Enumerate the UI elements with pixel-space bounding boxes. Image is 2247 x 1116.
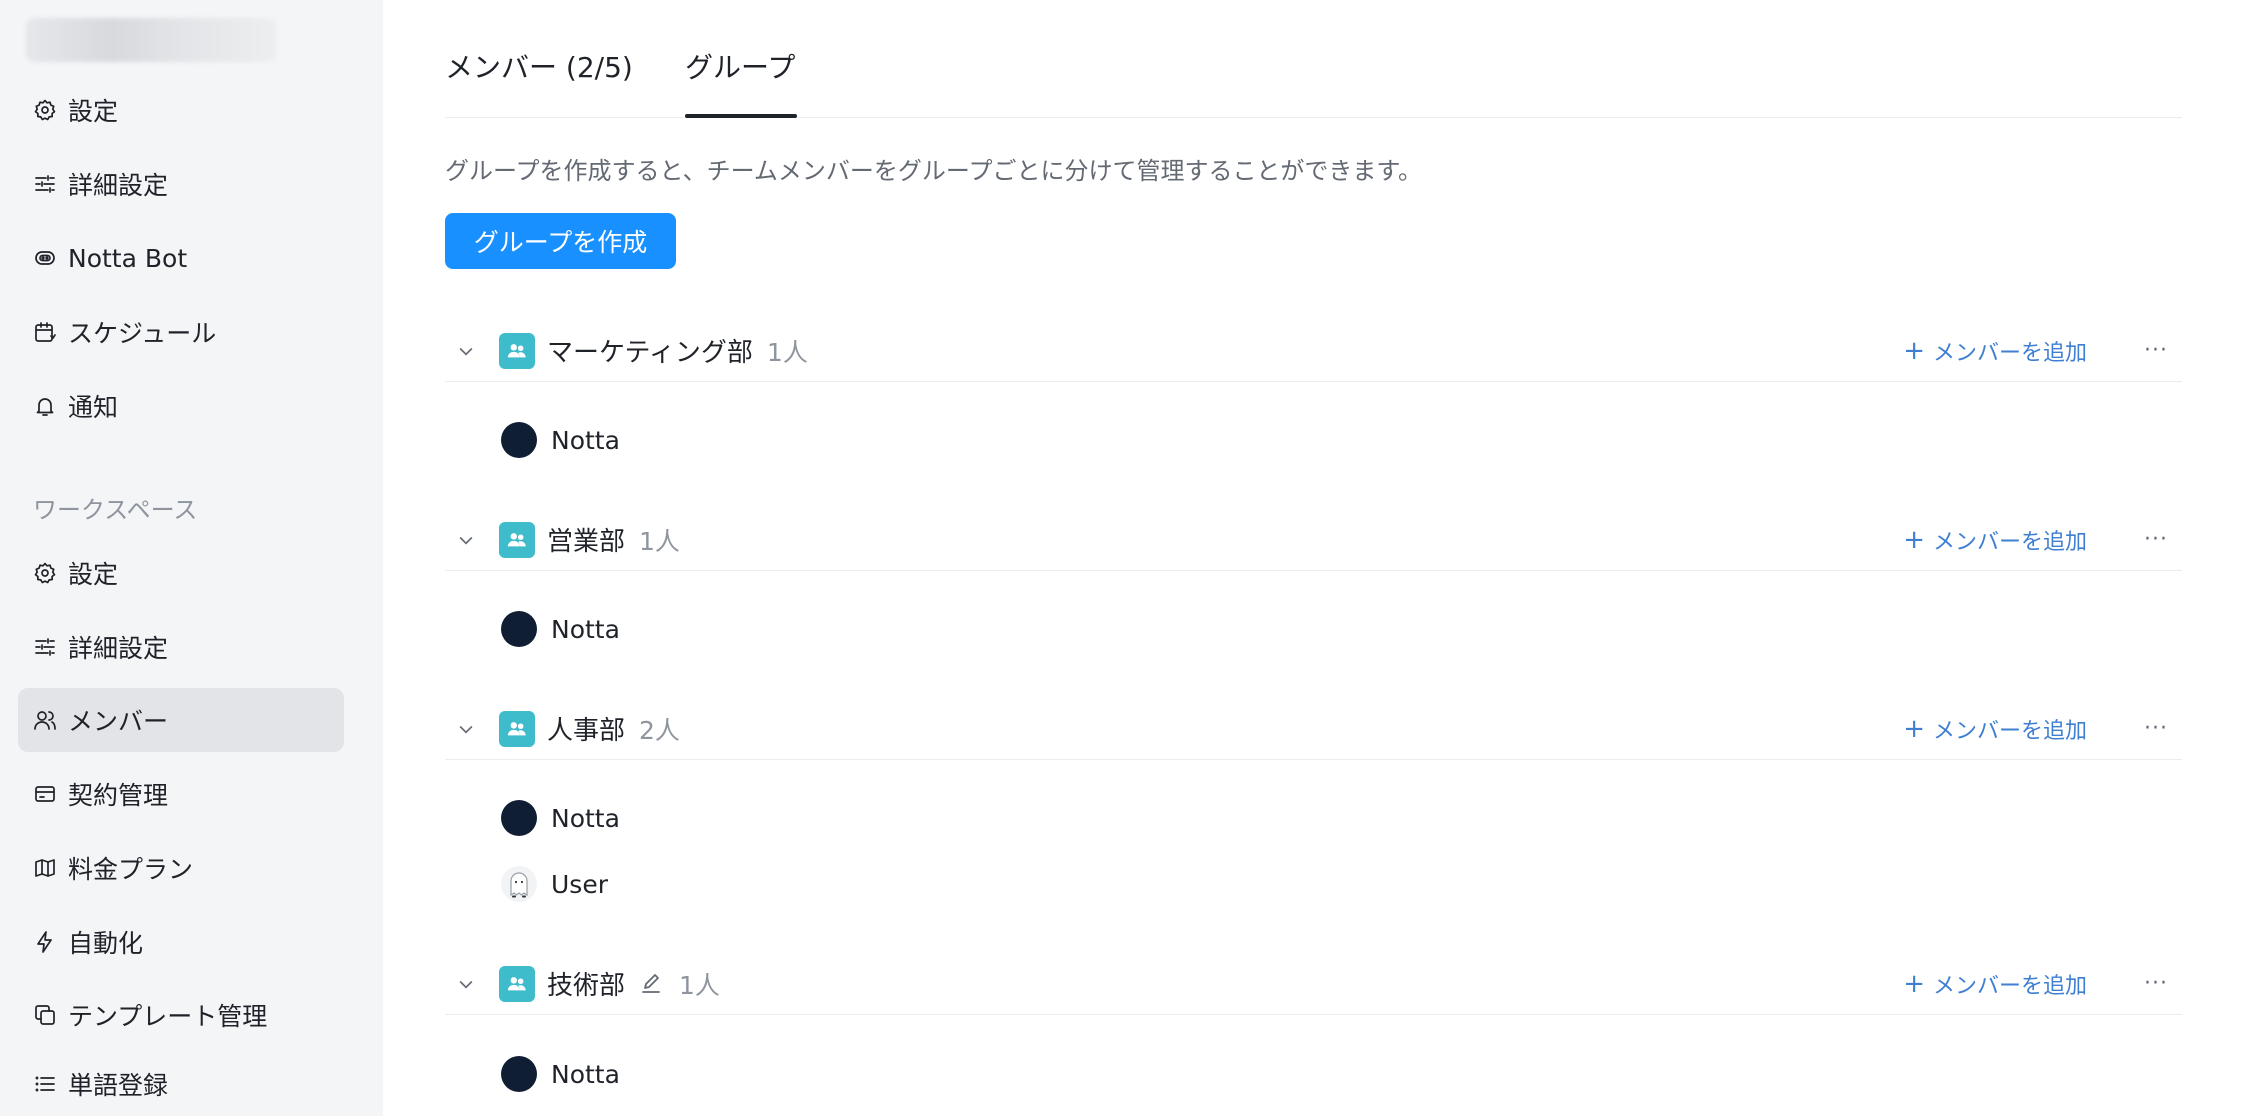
sidebar-item-label: 料金プラン: [68, 855, 194, 884]
pencil-icon[interactable]: [639, 971, 665, 997]
sidebar-item-label: 自動化: [68, 929, 144, 958]
tab-groups[interactable]: グループ: [685, 46, 795, 86]
tab-bar: メンバー (2/5) グループ: [445, 0, 2182, 118]
sidebar-item-notta-bot[interactable]: Notta Bot: [18, 226, 344, 290]
avatar: [501, 800, 537, 836]
sidebar-item-label: テンプレート管理: [68, 1002, 268, 1031]
group-header-sales: 営業部 1人 + メンバーを追加 ···: [445, 509, 2182, 571]
calendar-icon: [32, 319, 58, 345]
list-icon: [32, 1071, 58, 1097]
group-name: マーケティング部: [547, 338, 753, 368]
add-member-button[interactable]: + メンバーを追加: [1903, 335, 2087, 367]
main-content: メンバー (2/5) グループ グループを作成すると、チームメンバーをグループご…: [383, 0, 2247, 1116]
sidebar-item-dictionary[interactable]: 単語登録: [18, 1052, 344, 1116]
chevron-down-icon[interactable]: [453, 338, 479, 364]
sidebar-item-members[interactable]: メンバー: [18, 688, 344, 752]
list-item: Notta: [501, 420, 620, 460]
bolt-icon: [32, 929, 58, 955]
plus-icon: +: [1903, 335, 1925, 366]
gear-icon: [32, 97, 58, 123]
more-options-icon[interactable]: ···: [2144, 971, 2168, 996]
chevron-down-icon[interactable]: [453, 716, 479, 742]
list-item: User: [501, 864, 608, 904]
users-icon: [32, 707, 58, 733]
group-header-hr: 人事部 2人 + メンバーを追加 ···: [445, 698, 2182, 760]
avatar: [501, 422, 537, 458]
more-options-icon[interactable]: ···: [2144, 527, 2168, 552]
sidebar-item-label: スケジュール: [68, 319, 217, 348]
groups-description: グループを作成すると、チームメンバーをグループごとに分けて管理することができます…: [445, 157, 1423, 185]
tab-members[interactable]: メンバー (2/5): [445, 46, 633, 86]
plus-icon: +: [1903, 968, 1925, 999]
group-member-count: 1人: [679, 970, 720, 1000]
sidebar-item-personal-advanced[interactable]: 詳細設定: [18, 152, 344, 216]
sidebar-item-label: メンバー: [68, 707, 169, 736]
sidebar-item-notifications[interactable]: 通知: [18, 374, 344, 438]
sidebar-item-label: 設定: [68, 560, 119, 589]
group-header-marketing: マーケティング部 1人 + メンバーを追加 ···: [445, 320, 2182, 382]
more-options-icon[interactable]: ···: [2144, 716, 2168, 741]
avatar: [501, 866, 537, 902]
add-member-button[interactable]: + メンバーを追加: [1903, 968, 2087, 1000]
sidebar-item-personal-settings[interactable]: 設定: [18, 78, 344, 142]
sidebar-item-contract[interactable]: 契約管理: [18, 762, 344, 826]
avatar: [501, 1056, 537, 1092]
list-item: Notta: [501, 1054, 620, 1094]
list-item: Notta: [501, 798, 620, 838]
member-name: User: [551, 869, 608, 899]
add-member-button[interactable]: + メンバーを追加: [1903, 713, 2087, 745]
ghost-avatar-icon: [510, 872, 528, 898]
group-name: 営業部: [547, 527, 626, 557]
sidebar-item-label: 詳細設定: [68, 634, 169, 663]
group-name: 人事部: [547, 716, 626, 746]
member-name: Notta: [551, 614, 620, 644]
bell-icon: [32, 393, 58, 419]
group-icon: [499, 965, 535, 1002]
sliders-icon: [32, 634, 58, 660]
group-header-engineering: 技術部 1人 + メンバーを追加 ···: [445, 953, 2182, 1015]
bot-icon: [32, 245, 58, 271]
map-icon: [32, 855, 58, 881]
sidebar-item-label: 契約管理: [68, 781, 169, 810]
group-icon: [499, 521, 535, 558]
group-name: 技術部: [547, 971, 626, 1001]
group-member-count: 1人: [639, 526, 680, 556]
member-name: Notta: [551, 1059, 620, 1089]
gear-icon: [32, 560, 58, 586]
template-icon: [32, 1002, 58, 1028]
plus-icon: +: [1903, 524, 1925, 555]
sidebar-item-schedule[interactable]: スケジュール: [18, 300, 344, 364]
sidebar-item-pricing[interactable]: 料金プラン: [18, 836, 344, 900]
plus-icon: +: [1903, 713, 1925, 744]
workspace-section-label: ワークスペース: [33, 496, 198, 524]
sidebar-item-automation[interactable]: 自動化: [18, 910, 344, 974]
sidebar-item-label: 設定: [68, 97, 119, 126]
sliders-icon: [32, 171, 58, 197]
sidebar-item-label: 通知: [68, 393, 119, 422]
group-member-count: 2人: [639, 715, 680, 745]
active-tab-indicator: [685, 114, 797, 118]
chevron-down-icon[interactable]: [453, 527, 479, 553]
add-member-button[interactable]: + メンバーを追加: [1903, 524, 2087, 556]
sidebar-item-workspace-advanced[interactable]: 詳細設定: [18, 615, 344, 679]
member-name: Notta: [551, 425, 620, 455]
avatar: [501, 611, 537, 647]
group-icon: [499, 710, 535, 747]
billing-icon: [32, 781, 58, 807]
sidebar-item-templates[interactable]: テンプレート管理: [18, 983, 344, 1047]
list-item: Notta: [501, 609, 620, 649]
chevron-down-icon[interactable]: [453, 971, 479, 997]
sidebar-item-label: Notta Bot: [68, 243, 188, 273]
member-name: Notta: [551, 803, 620, 833]
group-icon: [499, 332, 535, 369]
sidebar-item-label: 単語登録: [68, 1071, 169, 1100]
account-switcher-blurred[interactable]: [26, 18, 276, 62]
group-member-count: 1人: [766, 337, 808, 367]
sidebar-item-label: 詳細設定: [68, 171, 169, 200]
sidebar: 設定 詳細設定 Notta Bot スケジュール 通知 ワークスペース 設定 詳…: [0, 0, 383, 1116]
sidebar-item-workspace-settings[interactable]: 設定: [18, 541, 344, 605]
create-group-button[interactable]: グループを作成: [445, 213, 676, 269]
more-options-icon[interactable]: ···: [2144, 338, 2168, 363]
